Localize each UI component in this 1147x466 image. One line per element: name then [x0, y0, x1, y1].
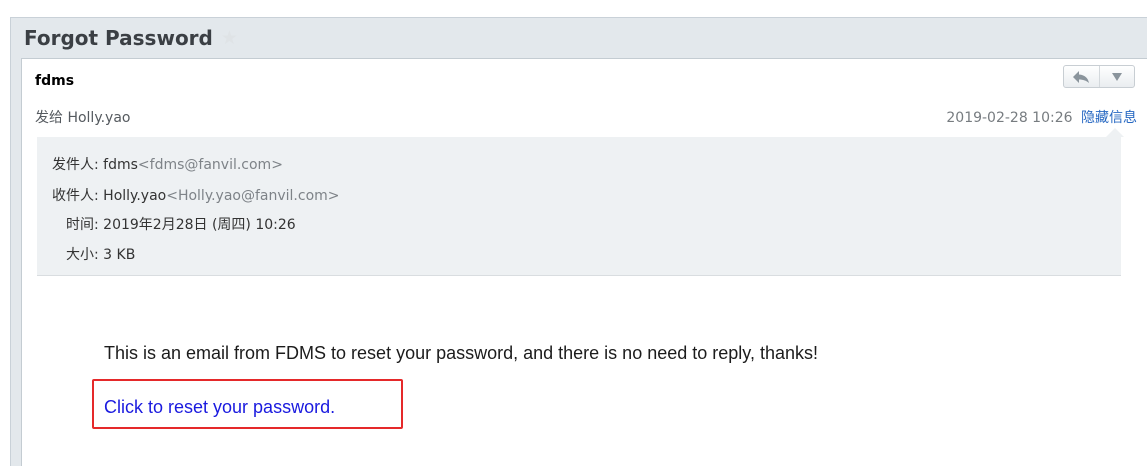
details-panel: 发件人: fdms<fdms@fanvil.com> 收件人: Holly.ya…: [37, 128, 1124, 276]
email-body-text: This is an email from FDMS to reset your…: [104, 343, 818, 363]
email-subject: Forgot Password: [24, 26, 213, 50]
hide-details-link[interactable]: 隐藏信息: [1081, 110, 1137, 126]
date-line: 2019-02-28 10:26 隐藏信息: [946, 107, 1137, 127]
sender-name: fdms: [35, 73, 75, 89]
from-address[interactable]: <fdms@fanvil.com>: [138, 157, 283, 173]
to-label: 收件人:: [52, 188, 99, 204]
details-from-row: 发件人: fdms<fdms@fanvil.com>: [52, 154, 283, 174]
star-icon[interactable]: ★: [221, 29, 238, 48]
mail-reader-panel: Forgot Password ★ fdms 发给 Holly.yao 2019…: [10, 17, 1147, 466]
size-value: 3 KB: [103, 247, 136, 263]
to-name: Holly.yao: [103, 188, 167, 204]
details-size-row: 大小: 3 KB: [66, 244, 135, 264]
more-actions-button[interactable]: [1098, 66, 1135, 87]
time-value: 2019年2月28日 (周四) 10:26: [103, 217, 296, 233]
from-label: 发件人:: [52, 157, 99, 173]
details-time-row: 时间: 2019年2月28日 (周四) 10:26: [66, 214, 296, 234]
message-actions: [1063, 65, 1135, 88]
details-to-row: 收件人: Holly.yao<Holly.yao@fanvil.com>: [52, 185, 340, 205]
time-label: 时间:: [66, 217, 99, 233]
email-message: fdms 发给 Holly.yao 2019-02-28 10:26 隐藏信息 …: [21, 58, 1147, 466]
reply-button[interactable]: [1064, 66, 1099, 87]
details-pointer: [1106, 128, 1124, 137]
reset-password-link[interactable]: Click to reset your password.: [104, 397, 335, 418]
subject-bar: Forgot Password ★: [11, 18, 1147, 58]
size-label: 大小:: [66, 247, 99, 263]
sent-date: 2019-02-28 10:26: [946, 110, 1073, 126]
from-name: fdms: [103, 157, 138, 173]
dropdown-triangle-icon: [1111, 72, 1122, 81]
recipient-line: 发给 Holly.yao: [35, 110, 131, 126]
to-address[interactable]: <Holly.yao@fanvil.com>: [166, 188, 339, 204]
reply-arrow-icon: [1073, 70, 1090, 83]
